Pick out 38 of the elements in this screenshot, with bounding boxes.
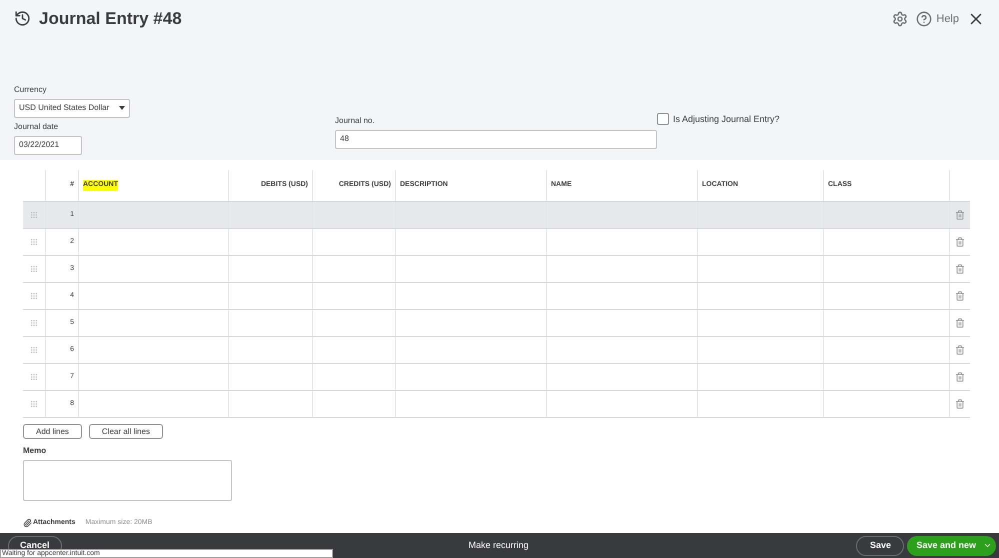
delete-icon[interactable]: [955, 399, 965, 409]
table-action-button[interactable]: Add lines: [23, 424, 82, 439]
field-label: Currency: [14, 84, 48, 96]
save-button[interactable]: Save: [856, 536, 904, 556]
date-field[interactable]: 03/22/2021: [14, 136, 82, 154]
journal-number-field[interactable]: 48: [335, 130, 657, 148]
drag-handle-icon[interactable]: [30, 265, 38, 273]
table-action-button[interactable]: Clear all lines: [88, 424, 163, 439]
help-icon: [916, 10, 932, 27]
caret-icon: [119, 106, 125, 110]
drag-handle-icon[interactable]: [30, 238, 38, 246]
field-label: Journal no.: [335, 114, 376, 126]
delete-icon[interactable]: [955, 291, 965, 301]
make-recurring-link[interactable]: Make recurring: [468, 538, 529, 552]
memo-field[interactable]: [23, 460, 232, 501]
paperclip-icon: [23, 518, 32, 528]
delete-icon[interactable]: [955, 237, 965, 247]
delete-icon[interactable]: [955, 318, 965, 328]
checkbox[interactable]: [657, 112, 669, 124]
field-label: Journal date: [14, 120, 60, 132]
drag-handle-icon[interactable]: [30, 400, 38, 408]
delete-icon[interactable]: [955, 264, 965, 274]
memo-label: Memo: [23, 445, 48, 457]
delete-icon[interactable]: [955, 372, 965, 382]
help-button[interactable]: Help: [916, 10, 959, 27]
delete-icon[interactable]: [955, 345, 965, 355]
delete-icon[interactable]: [955, 210, 965, 220]
caret-icon: [983, 541, 992, 550]
settings-icon[interactable]: [892, 10, 908, 27]
checkbox-label: Is Adjusting Journal Entry?: [673, 112, 780, 126]
drag-handle-icon[interactable]: [30, 346, 38, 354]
history-icon: [14, 10, 31, 28]
page-title: Journal Entry #48: [39, 8, 182, 30]
drag-handle-icon[interactable]: [30, 319, 38, 327]
drag-handle-icon[interactable]: [30, 211, 38, 219]
drag-handle-icon[interactable]: [30, 292, 38, 300]
currency-dropdown[interactable]: USD United States Dollar: [14, 98, 130, 118]
drag-handle-icon[interactable]: [30, 373, 38, 381]
